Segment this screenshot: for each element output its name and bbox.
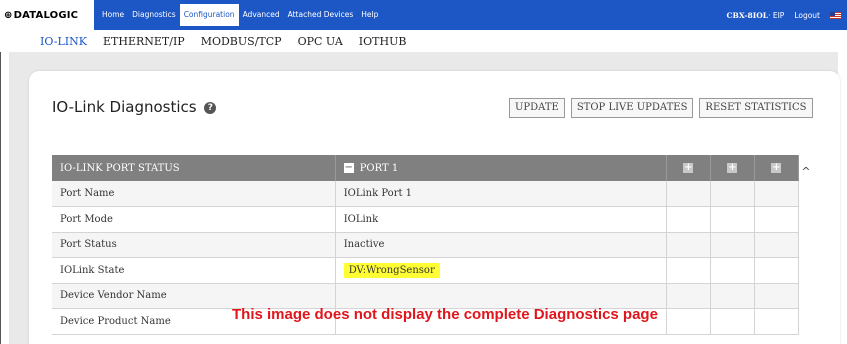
table-header-row: IO-LINK PORT STATUS − PORT 1 + + + <box>52 155 800 181</box>
menu-help[interactable]: Help <box>357 0 382 30</box>
row-label: Device Vendor Name <box>52 283 336 309</box>
us-flag-icon[interactable] <box>830 11 841 19</box>
right-nav: CBX-8IOL· EIP Logout <box>727 0 841 30</box>
port-2-header: + <box>666 155 711 181</box>
logout-link[interactable]: Logout <box>794 11 820 20</box>
expand-port-2-icon[interactable]: + <box>683 163 694 173</box>
incomplete-page-note: This image does not display the complete… <box>232 306 658 323</box>
row-value: Inactive <box>335 232 667 258</box>
collapse-port-1-icon[interactable]: − <box>343 163 354 173</box>
left-border <box>0 52 1 344</box>
tab-io-link[interactable]: IO-LINK <box>40 35 87 48</box>
row-label: Port Name <box>52 181 336 207</box>
reset-statistics-button[interactable]: RESET STATISTICS <box>699 98 813 118</box>
port-status-header: IO-LINK PORT STATUS <box>52 155 336 181</box>
port-1-header: − PORT 1 <box>335 155 667 181</box>
row-value <box>335 283 667 309</box>
port-1-header-label: PORT 1 <box>359 162 399 174</box>
tab-opc-ua[interactable]: OPC UA <box>298 35 343 48</box>
device-name: CBX-8IOL· EIP <box>727 11 785 20</box>
update-button[interactable]: UPDATE <box>509 98 565 118</box>
row-value: IOLink <box>335 206 667 233</box>
table-row: Port Mode IOLink <box>52 206 800 233</box>
menu-home[interactable]: Home <box>98 0 128 30</box>
device-protocol: · EIP <box>768 10 785 20</box>
table-row: Device Vendor Name <box>52 283 800 309</box>
stop-live-updates-button[interactable]: STOP LIVE UPDATES <box>570 98 694 118</box>
action-buttons: UPDATE STOP LIVE UPDATES RESET STATISTIC… <box>509 98 813 118</box>
table-row: Port Status Inactive <box>52 232 800 258</box>
logo-text: DATALOGIC <box>13 9 79 21</box>
row-value-cell: DV:WrongSensor <box>335 257 667 284</box>
top-nav-bar: ⊕DATALOGIC Home Diagnostics Configuratio… <box>0 0 847 30</box>
main-menu: Home Diagnostics Configuration Advanced … <box>94 0 382 30</box>
logo-mark-icon: ⊕ <box>4 9 13 21</box>
table-row: IOLink State DV:WrongSensor <box>52 257 800 284</box>
menu-attached-devices[interactable]: Attached Devices <box>284 0 358 30</box>
menu-advanced[interactable]: Advanced <box>239 0 284 30</box>
tab-modbus-tcp[interactable]: MODBUS/TCP <box>201 35 282 48</box>
row-label: IOLink State <box>52 257 336 284</box>
protocol-tabs: IO-LINK ETHERNET/IP MODBUS/TCP OPC UA IO… <box>0 30 847 52</box>
scroll-up-chevron-icon[interactable]: ^ <box>800 165 812 179</box>
row-label: Port Status <box>52 232 336 258</box>
datalogic-logo: ⊕DATALOGIC <box>4 10 78 21</box>
iolink-state-value: DV:WrongSensor <box>343 262 440 278</box>
row-label: Port Mode <box>52 206 336 233</box>
row-value: IOLink Port 1 <box>335 181 667 207</box>
table-row: Port Name IOLink Port 1 <box>52 181 800 207</box>
menu-configuration[interactable]: Configuration <box>179 4 239 26</box>
menu-diagnostics[interactable]: Diagnostics <box>128 0 180 30</box>
expand-port-4-icon[interactable]: + <box>771 163 782 173</box>
tab-ethernet-ip[interactable]: ETHERNET/IP <box>103 35 185 48</box>
logo-area[interactable]: ⊕DATALOGIC <box>0 0 94 30</box>
device-model: CBX-8IOL <box>726 10 769 20</box>
port-3-header: + <box>710 155 755 181</box>
page-title: IO-Link Diagnostics ? <box>52 98 217 116</box>
port-4-header: + <box>754 155 800 181</box>
help-icon[interactable]: ? <box>204 101 217 114</box>
tab-iothub[interactable]: IOTHUB <box>359 35 407 48</box>
expand-port-3-icon[interactable]: + <box>727 163 738 173</box>
page-title-text: IO-Link Diagnostics <box>52 98 197 116</box>
